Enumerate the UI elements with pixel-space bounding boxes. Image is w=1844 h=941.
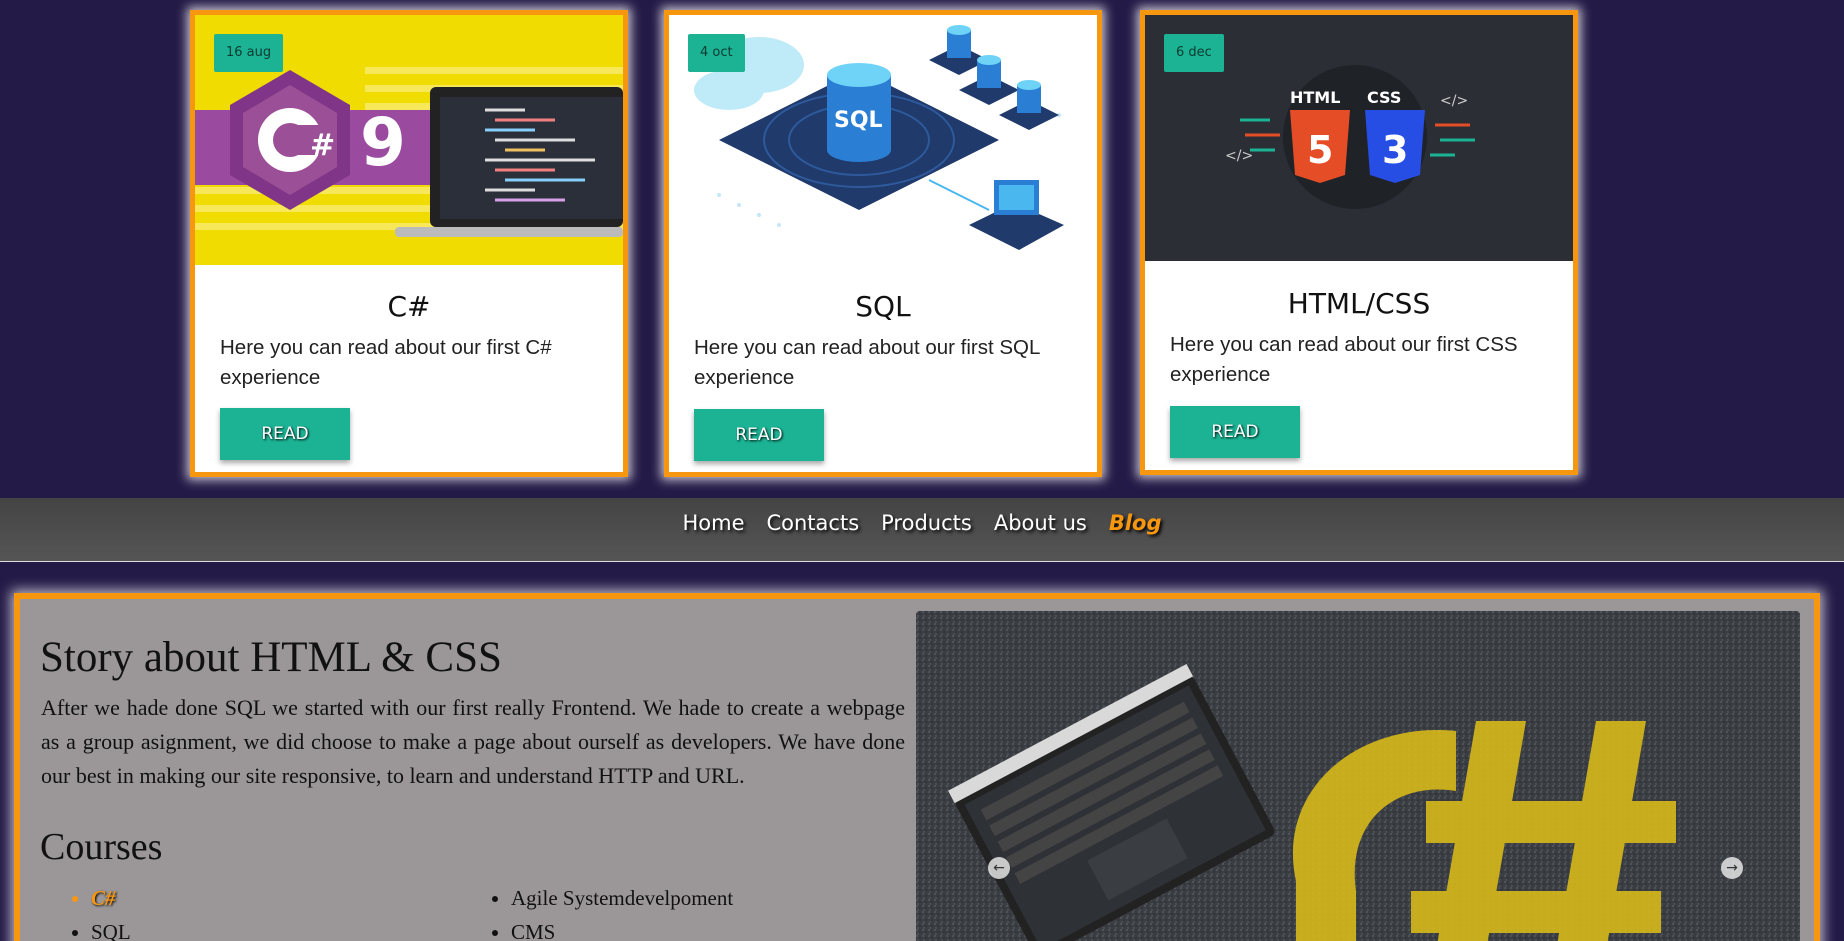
blog-cards-section: # 9 16 aug C# Here you can read about ou…: [0, 0, 1844, 498]
date-badge: 4 oct: [688, 34, 745, 72]
story-paragraph: After we hade done SQL we started with o…: [41, 695, 905, 788]
card-description: Here you can read about our first SQL ex…: [694, 336, 1040, 389]
blog-card-html-css: HTML CSS 5 3 </> </> 6 dec HTML/CSS Here…: [1140, 10, 1578, 475]
svg-text:5: 5: [1307, 128, 1333, 172]
card-title: HTML/CSS: [1287, 287, 1431, 320]
nav-contacts[interactable]: Contacts: [766, 509, 859, 537]
card-title: SQL: [855, 290, 911, 323]
svg-text:#: #: [310, 128, 335, 163]
svg-text:CSS: CSS: [1367, 88, 1401, 107]
story-title: Story about HTML & CSS: [40, 634, 502, 681]
image-slider: ← →: [916, 611, 1800, 941]
course-item-sql: SQL: [91, 915, 489, 941]
svg-text:HTML: HTML: [1290, 88, 1340, 107]
svg-text:</>: </>: [1225, 148, 1253, 164]
story-section: Story about HTML & CSS After we hade don…: [14, 593, 1820, 941]
arrow-right-icon[interactable]: →: [1721, 857, 1743, 879]
svg-text:</>: </>: [1440, 93, 1468, 109]
svg-text:3: 3: [1382, 128, 1408, 172]
course-item-cms: CMS: [511, 915, 909, 941]
date-badge: 6 dec: [1164, 34, 1224, 72]
nav-about-us[interactable]: About us: [994, 509, 1087, 537]
blog-card-sql: SQL 4 oct SQL Here you can read about ou…: [664, 10, 1102, 477]
nav-blog[interactable]: Blog: [1109, 509, 1162, 537]
course-item-agile: Agile Systemdevelpoment: [511, 881, 909, 915]
laptop-csharp-asphalt-image: [916, 611, 1800, 941]
course-item-csharp[interactable]: C#: [91, 881, 489, 915]
nav-products[interactable]: Products: [881, 509, 972, 537]
card-description: Here you can read about our first C# exp…: [220, 336, 552, 389]
nav-list: Home Contacts Products About us Blog: [682, 509, 1161, 537]
read-button[interactable]: READ: [694, 409, 824, 461]
card-title: C#: [387, 290, 431, 323]
read-button[interactable]: READ: [220, 408, 350, 460]
arrow-left-icon[interactable]: ←: [988, 857, 1010, 879]
svg-text:SQL: SQL: [834, 108, 883, 133]
date-badge: 16 aug: [214, 34, 284, 72]
courses-list: C# SQL Agile Systemdevelpoment CMS: [69, 881, 909, 941]
card-description: Here you can read about our first CSS ex…: [1170, 333, 1518, 386]
main-navigation: Home Contacts Products About us Blog: [0, 498, 1844, 562]
courses-heading: Courses: [40, 826, 163, 868]
svg-text:9: 9: [360, 104, 406, 181]
blog-card-csharp: # 9 16 aug C# Here you can read about ou…: [190, 10, 628, 477]
nav-home[interactable]: Home: [682, 509, 744, 537]
read-button[interactable]: READ: [1170, 406, 1300, 458]
